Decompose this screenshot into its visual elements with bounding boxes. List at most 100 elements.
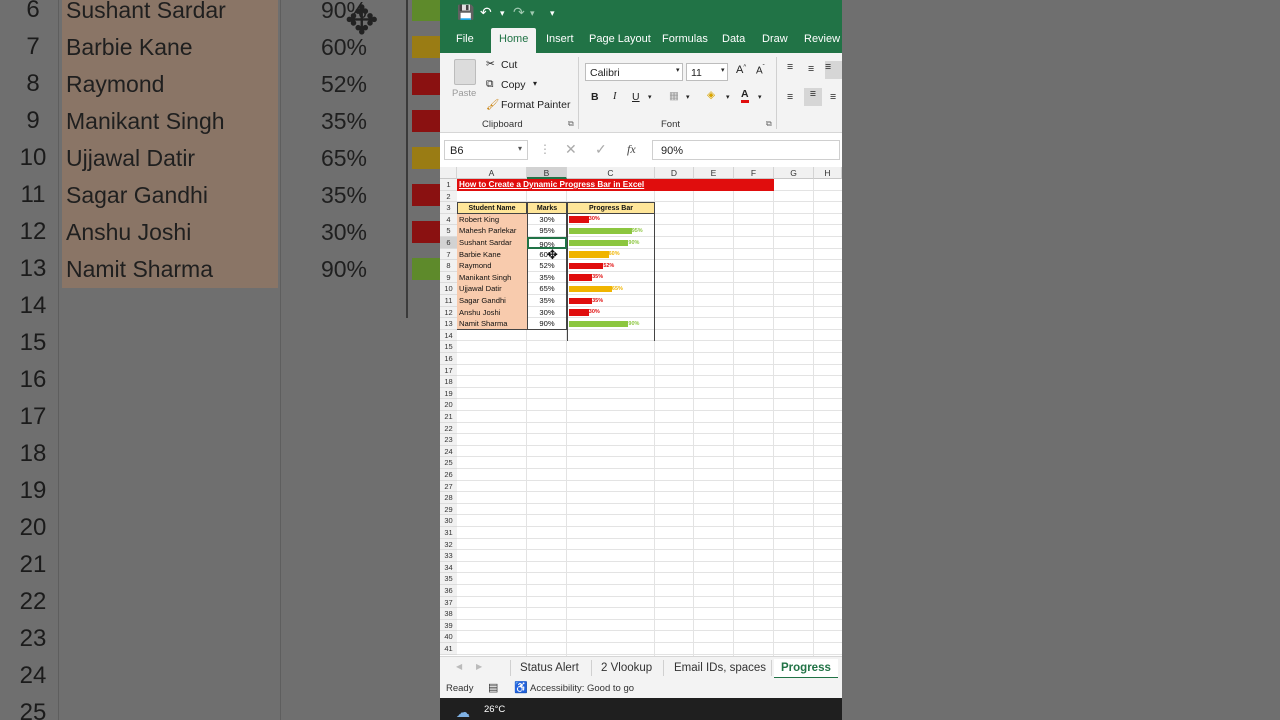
undo-dropdown-icon[interactable]: ▾ [500,8,505,19]
column-header-f[interactable]: F [734,167,774,179]
format-painter-button[interactable]: Format Painter [501,99,570,111]
row-header-4[interactable]: 4 [440,213,457,226]
weather-icon[interactable]: ☁ [456,704,470,720]
tab-draw[interactable]: Draw [762,28,788,53]
select-all-corner[interactable] [440,167,457,179]
row-header-37[interactable]: 37 [440,596,457,609]
insert-function-icon[interactable]: fx [627,142,636,157]
row-header-21[interactable]: 21 [440,411,457,423]
tab-page-layout[interactable]: Page Layout [589,28,651,53]
copy-button[interactable]: Copy [501,79,526,91]
row-header-23[interactable]: 23 [440,434,457,446]
row-header-32[interactable]: 32 [440,538,457,551]
underline-dropdown-icon[interactable]: ▾ [648,93,652,101]
row-header-35[interactable]: 35 [440,573,457,585]
align-right-icon[interactable]: ≡ [830,91,836,103]
save-icon[interactable]: 💾 [457,4,474,21]
row-header-13[interactable]: 13 [440,318,457,330]
next-sheet-icon[interactable]: ▶ [476,662,482,671]
row-header-24[interactable]: 24 [440,445,457,458]
redo-dropdown-icon[interactable]: ▾ [530,8,535,19]
row-header-28[interactable]: 28 [440,492,457,504]
row-header-11[interactable]: 11 [440,295,457,307]
align-center-icon[interactable]: ≡ [804,88,822,106]
tab-formulas[interactable]: Formulas [662,28,708,53]
column-header-d[interactable]: D [655,167,694,179]
clipboard-launcher-icon[interactable]: ⧉ [568,119,574,129]
row-header-12[interactable]: 12 [440,306,457,319]
italic-button[interactable]: I [613,91,617,102]
row-header-39[interactable]: 39 [440,619,457,632]
row-header-1[interactable]: 1 [440,179,457,191]
paste-button[interactable]: Paste [452,88,476,99]
cut-button[interactable]: Cut [501,59,517,71]
student-name-cell[interactable]: Anshu Joshi [457,306,527,319]
row-header-15[interactable]: 15 [440,341,457,353]
align-left-icon[interactable]: ≡ [787,91,793,103]
underline-button[interactable]: U [632,91,640,103]
column-header-g[interactable]: G [774,167,814,179]
weather-temperature[interactable]: 26°C [484,704,505,715]
row-header-19[interactable]: 19 [440,387,457,400]
column-header-e[interactable]: E [694,167,734,179]
table-header-cell[interactable]: Marks [527,202,567,214]
paste-icon[interactable] [454,59,476,85]
student-name-cell[interactable]: Raymond [457,260,527,272]
font-launcher-icon[interactable]: ⧉ [766,119,772,129]
marks-cell[interactable]: 30% [527,213,567,226]
tab-insert[interactable]: Insert [546,28,574,53]
format-painter-icon[interactable]: 🖌 [486,98,499,111]
row-header-5[interactable]: 5 [440,225,457,237]
row-header-25[interactable]: 25 [440,457,457,469]
fill-color-icon[interactable]: ◈ [707,89,715,101]
marks-cell[interactable]: 95% [527,225,567,237]
borders-icon[interactable]: ▦ [669,90,679,102]
column-header-b[interactable]: B [527,167,567,179]
sheet-tab-status-alert[interactable]: Status Alert [520,659,579,677]
font-size-dropdown-icon[interactable]: ▾ [721,66,725,74]
row-header-26[interactable]: 26 [440,469,457,481]
student-name-cell[interactable]: Sagar Gandhi [457,295,527,307]
row-header-33[interactable]: 33 [440,550,457,562]
marks-cell[interactable]: 35% [527,295,567,307]
tab-data[interactable]: Data [722,28,745,53]
align-middle-icon[interactable]: ≡ [808,63,814,75]
row-header-41[interactable]: 41 [440,643,457,655]
row-header-3[interactable]: 3 [440,202,457,214]
sheet-tab-progress[interactable]: Progress [774,659,838,679]
row-header-9[interactable]: 9 [440,271,457,284]
column-header-a[interactable]: A [457,167,527,179]
marks-cell[interactable]: 65% [527,283,567,295]
student-name-cell[interactable]: Ujjawal Datir [457,283,527,295]
align-bottom-icon[interactable]: ≡ [825,61,842,79]
column-header-c[interactable]: C [567,167,655,179]
row-header-29[interactable]: 29 [440,503,457,516]
row-header-30[interactable]: 30 [440,515,457,527]
row-header-18[interactable]: 18 [440,376,457,388]
sheet-tab-email-ids[interactable]: Email IDs, spaces [674,659,766,677]
decrease-font-icon[interactable]: Aˇ [756,65,765,76]
row-header-27[interactable]: 27 [440,480,457,493]
student-name-cell[interactable]: Sushant Sardar [457,237,527,249]
student-name-cell[interactable]: Barbie Kane [457,248,527,261]
copy-icon[interactable]: ⧉ [486,78,494,91]
cancel-icon[interactable]: ✕ [565,141,577,158]
prev-sheet-icon[interactable]: ◀ [456,662,462,671]
enter-icon[interactable]: ✓ [595,141,607,158]
name-box[interactable]: B6 [444,140,528,160]
sheet-tab-vlookup[interactable]: 2 Vlookup [601,659,652,677]
row-header-40[interactable]: 40 [440,631,457,643]
font-family-select[interactable]: Calibri [585,63,683,81]
row-header-7[interactable]: 7 [440,248,457,261]
tab-review[interactable]: Review [804,28,840,53]
font-color-icon[interactable]: A [741,89,749,103]
student-name-cell[interactable]: Robert King [457,213,527,226]
row-header-6[interactable]: 6 [440,237,457,249]
bold-button[interactable]: B [591,91,599,103]
row-header-2[interactable]: 2 [440,190,457,203]
copy-dropdown-icon[interactable]: ▾ [533,79,537,88]
row-header-16[interactable]: 16 [440,353,457,365]
row-header-17[interactable]: 17 [440,364,457,377]
tab-file[interactable]: File [456,28,474,53]
row-header-22[interactable]: 22 [440,422,457,435]
